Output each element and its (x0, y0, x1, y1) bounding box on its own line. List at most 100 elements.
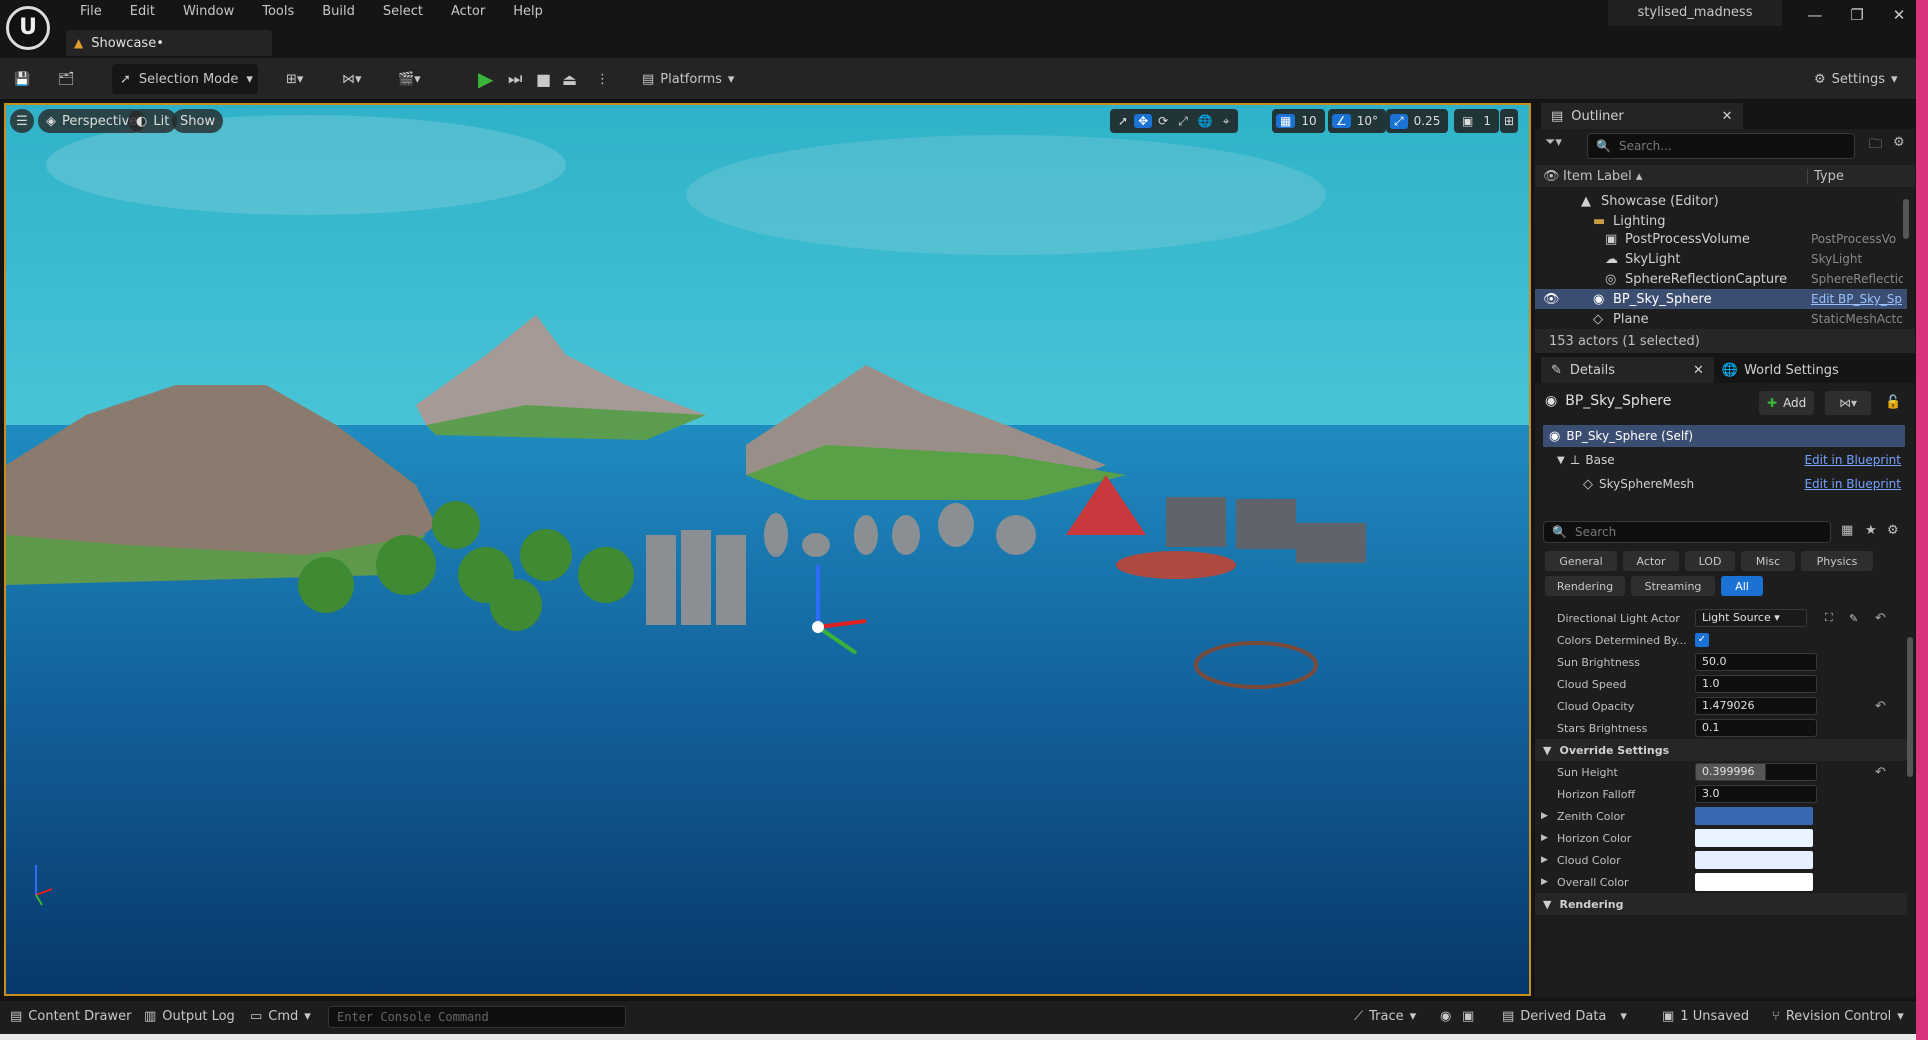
eyedropper-icon[interactable]: ✎ (1849, 612, 1858, 625)
trace-dropdown[interactable]: ⟋ Trace ▾ (1354, 1009, 1416, 1024)
rendering-section[interactable]: ▼ Rendering (1535, 893, 1907, 915)
browse-asset-icon[interactable]: ⛶ (1825, 611, 1833, 625)
more-options-icon[interactable]: ⋮ (596, 64, 609, 94)
edit-in-blueprint-link[interactable]: Edit in Blueprint (1804, 477, 1901, 491)
rotation-snap-icon[interactable]: ∠ (1332, 114, 1351, 128)
sun-brightness-input[interactable]: 50.0 (1695, 653, 1817, 671)
category-all[interactable]: All (1721, 576, 1763, 596)
rotate-tool-icon[interactable]: ⟳ (1154, 114, 1172, 128)
unsaved-button[interactable]: ▣ 1 Unsaved (1662, 1009, 1749, 1024)
lit-button[interactable]: ◐ Lit (128, 109, 178, 133)
select-tool-icon[interactable]: ➚ (1114, 114, 1132, 128)
chevron-down-icon[interactable]: ▼ (1557, 455, 1565, 466)
outliner-scrollbar[interactable] (1903, 199, 1909, 239)
filter-icon[interactable]: ⏷▾ (1545, 135, 1562, 150)
content-drawer-button[interactable]: ▤ Content Drawer (10, 1009, 131, 1024)
minimize-icon[interactable]: — (1792, 2, 1838, 28)
screenshot-icon[interactable]: ▣ (1462, 1009, 1474, 1024)
cmd-dropdown[interactable]: ▭ Cmd ▾ (250, 1009, 311, 1024)
camera-speed-group[interactable]: ▣ 1 (1454, 109, 1499, 133)
derived-data-dropdown[interactable]: ▤ Derived Data ▾ (1502, 1009, 1627, 1024)
light-source-dropdown[interactable]: Light Source ▾ (1695, 609, 1807, 627)
horizon-color-swatch[interactable] (1695, 829, 1813, 847)
chevron-right-icon[interactable]: ▶ (1541, 811, 1548, 821)
outliner-row-selected[interactable]: 👁 ◉ BP_Sky_Sphere Edit BP_Sky_Sp (1535, 289, 1907, 309)
category-misc[interactable]: Misc (1741, 551, 1795, 571)
details-tab[interactable]: ✎ Details ✕ (1541, 357, 1714, 383)
browse-icon[interactable]: 🗂 (58, 64, 75, 94)
blueprint-icon[interactable]: ⋈▾ (342, 64, 362, 94)
menu-tools[interactable]: Tools (248, 2, 308, 21)
world-space-icon[interactable]: 🌐 (1194, 114, 1217, 128)
horizon-falloff-input[interactable]: 3.0 (1695, 785, 1817, 803)
menu-help[interactable]: Help (499, 2, 557, 21)
lock-icon[interactable]: 🔓 (1885, 395, 1901, 410)
item-label-column[interactable]: Item Label ▴ (1563, 169, 1642, 184)
revision-control-dropdown[interactable]: ⑂ Revision Control ▾ (1772, 1009, 1904, 1024)
reset-to-default-icon[interactable]: ↶ (1875, 765, 1886, 780)
gear-icon[interactable]: ⚙ (1887, 523, 1899, 538)
restore-icon[interactable]: ❐ (1834, 2, 1880, 28)
grid-snap-icon[interactable]: ▦ (1276, 114, 1296, 128)
eye-icon[interactable]: 👁 (1543, 292, 1560, 307)
add-component-button[interactable]: ✚ Add (1759, 391, 1815, 415)
component-row[interactable]: ▼ ⟂ Base Edit in Blueprint (1543, 449, 1905, 471)
level-viewport[interactable]: ☰ ◈ Perspective ◐ Lit Show ➚ ✥ ⟳ ⤢ 🌐 ⌖ ▦… (4, 103, 1531, 996)
show-button[interactable]: Show (172, 109, 224, 133)
chevron-right-icon[interactable]: ▶ (1541, 877, 1548, 887)
cinematics-icon[interactable]: 🎬▾ (398, 64, 421, 94)
menu-file[interactable]: File (66, 2, 116, 21)
world-settings-tab[interactable]: 🌐 World Settings (1722, 363, 1839, 378)
cloud-color-swatch[interactable] (1695, 851, 1813, 869)
outliner-row[interactable]: ◎ SphereReflectionCapture SphereReflecti… (1535, 269, 1907, 289)
category-lod[interactable]: LOD (1685, 551, 1735, 571)
colors-checkbox[interactable]: ✓ (1695, 633, 1709, 647)
category-physics[interactable]: Physics (1801, 551, 1873, 571)
details-scrollbar[interactable] (1907, 637, 1913, 777)
category-actor[interactable]: Actor (1623, 551, 1679, 571)
details-search-input[interactable]: 🔍 Search (1543, 521, 1831, 543)
settings-dropdown[interactable]: ⚙ Settings ▾ (1814, 64, 1898, 94)
edit-in-blueprint-link[interactable]: Edit in Blueprint (1804, 453, 1901, 467)
outliner-search-input[interactable]: 🔍 Search... (1587, 133, 1855, 159)
outliner-row[interactable]: ◇ Plane StaticMeshActc (1535, 309, 1907, 329)
outliner-row[interactable]: ☁ SkyLight SkyLight (1535, 249, 1907, 269)
scale-snap-icon[interactable]: ⤢ (1390, 113, 1408, 129)
sun-height-slider[interactable]: 0.399996 (1695, 763, 1817, 781)
eye-icon[interactable]: 👁 (1543, 169, 1560, 184)
cloud-opacity-input[interactable]: 1.479026 (1695, 697, 1817, 715)
table-view-icon[interactable]: ▦ (1841, 523, 1853, 538)
star-icon[interactable]: ★ (1865, 523, 1877, 538)
eject-icon[interactable]: ⏏ (562, 64, 577, 94)
grid-snap-group[interactable]: ▦ 10 (1272, 109, 1325, 133)
overall-color-swatch[interactable] (1695, 873, 1813, 891)
reset-to-default-icon[interactable]: ↶ (1875, 699, 1886, 714)
move-tool-icon[interactable]: ✥ (1134, 114, 1153, 128)
gear-icon[interactable]: ⚙ (1893, 135, 1905, 150)
unreal-logo-icon[interactable]: U (6, 6, 50, 50)
scale-tool-icon[interactable]: ⤢ (1174, 114, 1192, 129)
zenith-color-swatch[interactable] (1695, 807, 1813, 825)
menu-build[interactable]: Build (308, 2, 369, 21)
menu-window[interactable]: Window (169, 2, 248, 21)
output-log-button[interactable]: ▥ Output Log (144, 1009, 235, 1024)
level-tab[interactable]: ▲ Showcase• (66, 30, 272, 56)
override-settings-section[interactable]: ▼ Override Settings (1535, 739, 1907, 761)
component-row[interactable]: ◇ SkySphereMesh Edit in Blueprint (1543, 473, 1905, 495)
outliner-tab[interactable]: ▤ Outliner ✕ (1541, 103, 1743, 129)
selection-mode-dropdown[interactable]: ➚ Selection Mode ▾ (112, 64, 258, 94)
reset-to-default-icon[interactable]: ↶ (1875, 611, 1886, 626)
stars-brightness-input[interactable]: 0.1 (1695, 719, 1817, 737)
rotation-snap-group[interactable]: ∠ 10° (1328, 109, 1387, 133)
add-folder-icon[interactable]: 🗀 (1869, 135, 1882, 157)
outliner-row[interactable]: ▬ Lighting (1535, 211, 1907, 231)
close-icon[interactable]: ✕ (1693, 363, 1704, 378)
viewport-layout-icon[interactable]: ⊞ (1500, 109, 1519, 133)
outliner-row-type-link[interactable]: Edit BP_Sky_Sp (1811, 292, 1903, 306)
blueprint-options-icon[interactable]: ⋈▾ (1825, 391, 1871, 415)
outliner-row[interactable]: ▲ Showcase (Editor) (1535, 191, 1907, 211)
cloud-speed-input[interactable]: 1.0 (1695, 675, 1817, 693)
play-icon[interactable]: ▶ (478, 64, 493, 94)
record-icon[interactable]: ◉ (1440, 1009, 1451, 1024)
console-command-input[interactable]: Enter Console Command (328, 1006, 626, 1028)
